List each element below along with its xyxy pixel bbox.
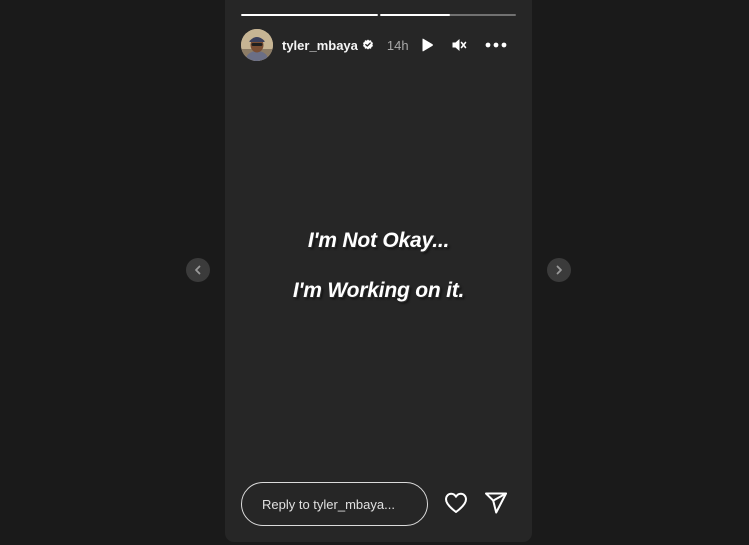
mute-button[interactable] [450,36,468,54]
story-card: tyler_mbaya 14h I'm Not Okay... I'm Work… [225,0,532,542]
more-options-icon [485,42,507,48]
like-button[interactable] [443,490,469,516]
send-icon [485,492,507,514]
story-progress-bar [241,14,516,16]
next-story-button[interactable] [547,258,571,282]
reply-input[interactable] [241,482,428,526]
more-options-button[interactable] [485,36,507,54]
previous-story-button[interactable] [186,258,210,282]
share-button[interactable] [483,490,509,516]
play-button[interactable] [418,36,436,54]
heart-icon [445,492,467,513]
chevron-right-icon [556,265,562,275]
progress-segment [379,14,516,16]
avatar-photo [241,29,273,61]
story-caption-line-1: I'm Not Okay... [307,229,450,252]
username[interactable]: tyler_mbaya [282,38,358,53]
post-time: 14h [386,37,409,53]
verified-badge-icon [362,39,373,50]
story-header: tyler_mbaya 14h [241,29,516,61]
avatar[interactable] [241,29,273,61]
story-caption-line-2: I'm Working on it. [292,279,465,302]
play-icon [422,38,433,52]
progress-segment [241,14,378,16]
story-viewer-page: tyler_mbaya 14h I'm Not Okay... I'm Work… [0,0,749,545]
chevron-left-icon [195,265,201,275]
muted-speaker-icon [452,39,467,51]
